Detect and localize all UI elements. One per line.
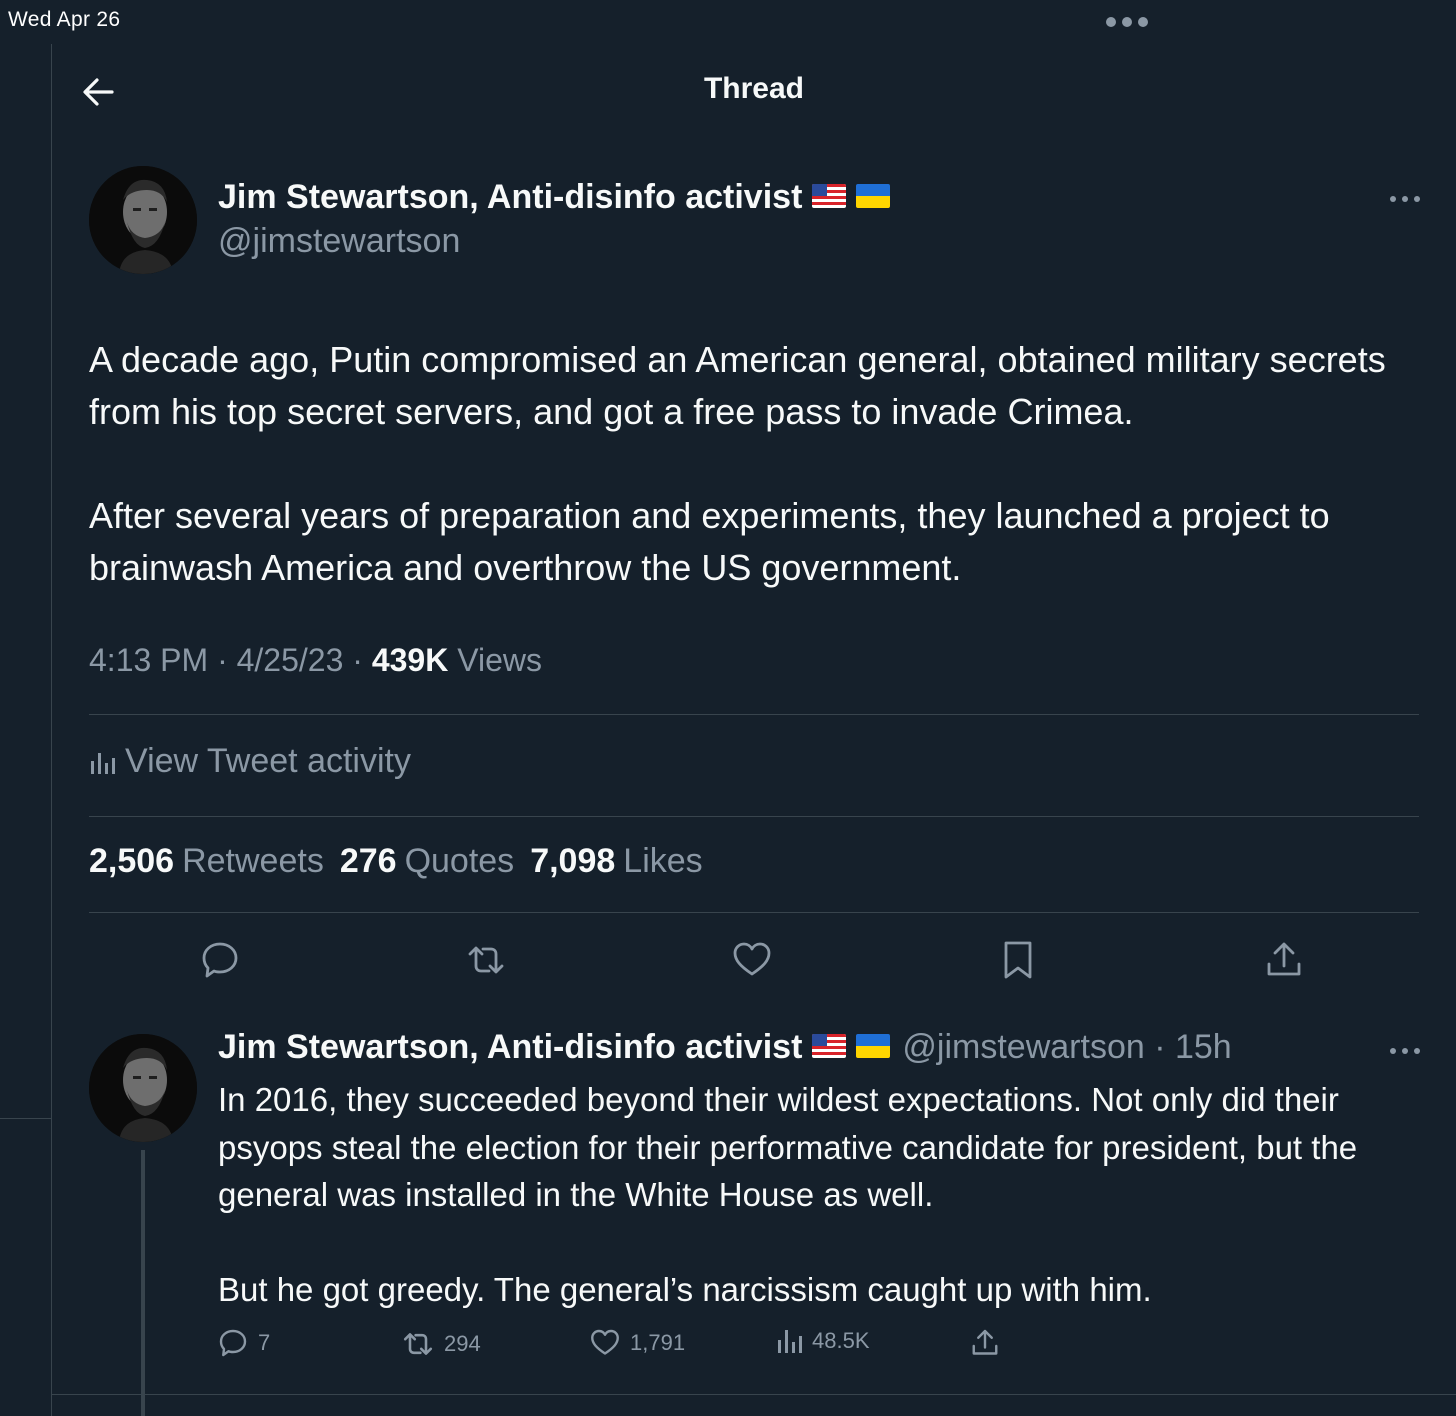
left-rail [0,44,52,1416]
user-handle[interactable]: @jimstewartson [902,1028,1144,1066]
share-icon[interactable] [1264,940,1304,980]
display-name[interactable]: Jim Stewartson, Anti-disinfo activist [218,178,891,217]
engagement-stats: 2,506 Retweets 276 Quotes 7,098 Likes [89,842,719,881]
share-icon [972,1329,998,1355]
thread-connector-line [141,1150,145,1416]
multitask-dots-icon[interactable] [1106,17,1148,27]
divider [89,714,1419,715]
tweet-paragraph: After several years of preparation and e… [89,495,1330,588]
us-flag-icon [812,1034,847,1059]
main-tweet: Jim Stewartson, Anti-disinfo activist @j… [52,138,1456,1004]
tweet-meta: 4:13 PM · 4/25/23 · 439K Views [89,642,542,678]
like-button[interactable]: 1,791 [590,1328,685,1358]
reply-count: 7 [258,1330,271,1355]
tweet-time[interactable]: 4:13 PM [89,642,208,678]
user-handle[interactable]: @jimstewartson [218,222,460,261]
like-icon[interactable] [732,940,772,980]
us-flag-icon [812,184,847,209]
analytics-icon [91,752,115,774]
analytics-icon [778,1330,802,1353]
more-options-icon[interactable] [1390,1048,1420,1056]
tweet-paragraph: But he got greedy. The general’s narciss… [218,1271,1152,1308]
retweet-icon[interactable] [466,940,506,980]
view-tweet-activity-button[interactable]: View Tweet activity [89,742,411,781]
divider [52,1394,1456,1395]
quotes-stat[interactable]: 276 Quotes [340,842,514,881]
views-button[interactable]: 48.5K [776,1328,870,1354]
share-button[interactable] [970,1328,1010,1358]
page-title: Thread [703,72,805,105]
display-name[interactable]: Jim Stewartson, Anti-disinfo activist [218,1028,802,1066]
activity-label: View Tweet activity [125,742,411,780]
divider [89,912,1419,913]
views-count: 439K [371,642,449,678]
retweet-icon [403,1333,433,1355]
reply-icon[interactable] [200,940,240,980]
tweet-age[interactable]: 15h [1175,1028,1232,1066]
ukraine-flag-icon [856,1034,891,1059]
like-icon [591,1329,619,1355]
left-rail-divider [0,1118,52,1119]
views-count: 48.5K [812,1328,870,1353]
ukraine-flag-icon [856,184,891,209]
reply-icon [219,1329,247,1357]
avatar[interactable] [89,1034,197,1142]
status-bar: Wed Apr 26 [0,0,1456,44]
display-name-text: Jim Stewartson, Anti-disinfo activist [218,178,803,216]
tweet-text: A decade ago, Putin compromised an Ameri… [89,334,1429,594]
retweet-count: 294 [444,1331,481,1356]
reply-tweet[interactable]: Jim Stewartson, Anti-disinfo activist @j… [52,1004,1456,1416]
retweet-button[interactable]: 294 [402,1328,481,1360]
status-time: Wed Apr 26 [8,8,121,31]
tweet-date[interactable]: 4/25/23 [237,642,344,678]
tweet-paragraph: A decade ago, Putin compromised an Ameri… [89,339,1386,432]
retweets-stat[interactable]: 2,506 Retweets [89,842,324,881]
divider [89,816,1419,817]
reply-button[interactable]: 7 [218,1328,270,1358]
views-label: Views [457,642,542,678]
tweet-text: In 2016, they succeeded beyond their wil… [218,1076,1428,1314]
more-options-icon[interactable] [1390,196,1420,204]
like-count: 1,791 [630,1330,686,1355]
likes-stat[interactable]: 7,098 Likes [530,842,702,881]
tweet-paragraph: In 2016, they succeeded beyond their wil… [218,1081,1358,1213]
header-bar: Thread [52,44,1456,138]
reply-header: Jim Stewartson, Anti-disinfo activist @j… [218,1028,1232,1066]
avatar[interactable] [89,166,197,274]
bookmark-icon[interactable] [998,940,1038,980]
